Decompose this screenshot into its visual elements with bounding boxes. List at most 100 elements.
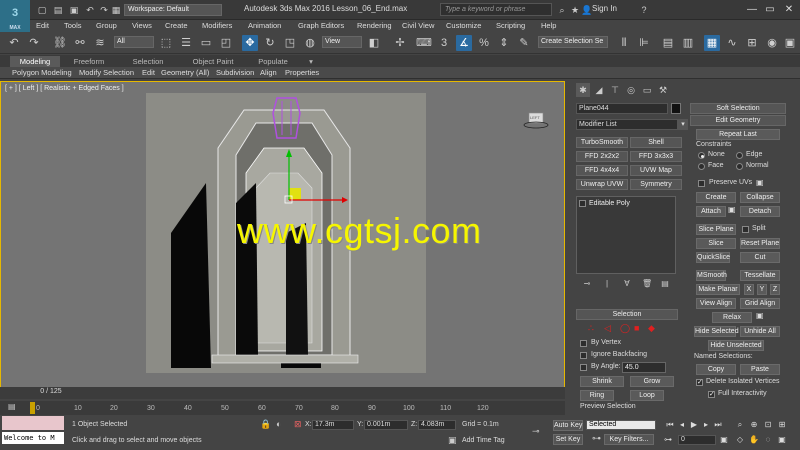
relax-settings-icon[interactable]: ▣ bbox=[756, 311, 764, 320]
view-align-button[interactable]: View Align bbox=[696, 298, 736, 309]
previous-frame-icon[interactable]: ◂ bbox=[676, 419, 688, 431]
modifier-list-dropdown[interactable]: Modifier List bbox=[576, 119, 678, 130]
mirror-icon[interactable]: ⫴ bbox=[616, 35, 632, 51]
split-checkbox[interactable] bbox=[742, 226, 749, 233]
stack-item-toggle[interactable] bbox=[579, 200, 586, 207]
orbit-icon[interactable]: ◌ bbox=[762, 434, 774, 446]
hierarchy-tab-icon[interactable]: ⊤ bbox=[608, 83, 622, 97]
y-coord-field[interactable]: 0.001m bbox=[364, 420, 408, 430]
loop-button[interactable]: Loop bbox=[630, 390, 664, 401]
sign-in-link[interactable]: Sign In bbox=[592, 4, 617, 13]
viewport-label[interactable]: [ + ] [ Left ] [ Realistic + Edged Faces… bbox=[5, 85, 124, 92]
grow-button[interactable]: Grow bbox=[630, 376, 674, 387]
next-frame-icon[interactable]: ▸ bbox=[700, 419, 712, 431]
menu-tools[interactable]: Tools bbox=[64, 20, 82, 32]
subobject-element-icon[interactable]: ◆ bbox=[648, 323, 655, 334]
panel-geometry-all[interactable]: Geometry (All) bbox=[161, 67, 209, 79]
chevron-down-icon[interactable]: ▾ bbox=[678, 119, 688, 130]
constraint-edge-radio[interactable] bbox=[736, 152, 743, 159]
ffd-3x3x3-button[interactable]: FFD 3x3x3 bbox=[630, 151, 682, 162]
unhide-all-button[interactable]: Unhide All bbox=[740, 326, 780, 337]
align-icon[interactable]: ⊫ bbox=[636, 35, 652, 51]
motion-tab-icon[interactable]: ◎ bbox=[624, 83, 638, 97]
zoom-icon[interactable]: ⌕ bbox=[734, 419, 746, 431]
repeat-last-button[interactable]: Repeat Last bbox=[696, 129, 780, 140]
tab-modeling[interactable]: Modeling bbox=[10, 56, 60, 67]
cut-button[interactable]: Cut bbox=[740, 252, 780, 263]
slice-plane-button[interactable]: Slice Plane bbox=[696, 224, 736, 235]
uvw-map-button[interactable]: UVW Map bbox=[630, 165, 682, 176]
app-logo[interactable]: 3 MAX bbox=[0, 0, 30, 32]
zoom-extents-icon[interactable]: ⊡ bbox=[762, 419, 774, 431]
workspace-dropdown[interactable]: Workspace: Default bbox=[124, 4, 222, 16]
time-configuration-icon[interactable]: ▣ bbox=[718, 434, 730, 446]
panel-edit[interactable]: Edit bbox=[142, 67, 155, 79]
tab-freeform[interactable]: Freeform bbox=[64, 56, 114, 67]
key-mode-dropdown[interactable]: Selected bbox=[586, 420, 656, 430]
utilities-tab-icon[interactable]: ⚒ bbox=[656, 83, 670, 97]
panel-subdivision[interactable]: Subdivision bbox=[216, 67, 254, 79]
set-key-button[interactable]: Set Key bbox=[553, 434, 583, 445]
collapse-button[interactable]: Collapse bbox=[740, 192, 780, 203]
undo-button[interactable]: ↶ bbox=[6, 35, 22, 51]
menu-create[interactable]: Create bbox=[165, 20, 188, 32]
delete-isolated-checkbox[interactable] bbox=[696, 378, 703, 386]
constraint-normal-radio[interactable] bbox=[736, 163, 743, 170]
slice-button[interactable]: Slice bbox=[696, 238, 736, 249]
object-color-swatch[interactable] bbox=[671, 103, 681, 114]
time-slider[interactable] bbox=[0, 387, 565, 399]
create-button[interactable]: Create bbox=[696, 192, 736, 203]
make-unique-icon[interactable]: ∀ bbox=[622, 279, 632, 289]
object-name-field[interactable]: Plane044 bbox=[576, 103, 668, 114]
zoom-all-icon[interactable]: ⊕ bbox=[748, 419, 760, 431]
ffd-4x4x4-button[interactable]: FFD 4x4x4 bbox=[576, 165, 628, 176]
by-vertex-checkbox[interactable] bbox=[580, 340, 587, 347]
selection-rollout-header[interactable]: Selection bbox=[576, 309, 678, 320]
detach-button[interactable]: Detach bbox=[740, 206, 780, 217]
select-and-rotate-icon[interactable]: ↻ bbox=[262, 35, 278, 51]
select-and-link-icon[interactable]: ⛓ bbox=[52, 35, 68, 51]
panel-align[interactable]: Align bbox=[260, 67, 277, 79]
open-file-icon[interactable]: ▤ bbox=[52, 4, 64, 16]
angle-value-field[interactable]: 45.0 bbox=[622, 362, 666, 373]
panel-modify-selection[interactable]: Modify Selection bbox=[79, 67, 134, 79]
bind-space-warp-icon[interactable]: ≋ bbox=[92, 35, 108, 51]
time-slider-counter[interactable]: 0 / 125 bbox=[34, 388, 68, 397]
minimize-icon[interactable]: — bbox=[744, 3, 760, 16]
close-icon[interactable]: ✕ bbox=[781, 3, 797, 16]
shrink-button[interactable]: Shrink bbox=[580, 376, 624, 387]
unwrap-uvw-button[interactable]: Unwrap UVW bbox=[576, 179, 628, 190]
planar-x-button[interactable]: X bbox=[744, 284, 754, 295]
stack-item-editable-poly[interactable]: Editable Poly bbox=[589, 200, 630, 207]
edit-geometry-rollout-header[interactable]: Edit Geometry bbox=[690, 115, 786, 126]
absolute-mode-icon[interactable]: ⊠ bbox=[294, 419, 302, 430]
zoom-extents-all-icon[interactable]: ⊞ bbox=[776, 419, 788, 431]
reset-plane-button[interactable]: Reset Plane bbox=[740, 238, 780, 249]
hide-selected-button[interactable]: Hide Selected bbox=[694, 326, 739, 337]
full-interactivity-checkbox[interactable] bbox=[708, 390, 715, 398]
modifier-stack[interactable]: Editable Poly bbox=[576, 196, 676, 274]
search-icon[interactable]: ⌕ bbox=[556, 4, 568, 16]
redo-button[interactable]: ↷ bbox=[26, 35, 42, 51]
set-keys-icon[interactable]: ⊶ bbox=[592, 433, 601, 444]
subobject-polygon-icon[interactable]: ■ bbox=[634, 323, 639, 333]
auto-key-button[interactable]: Auto Key bbox=[553, 420, 583, 431]
symmetry-button[interactable]: Symmetry bbox=[630, 179, 682, 190]
go-to-start-icon[interactable]: ⏮ bbox=[664, 419, 676, 431]
settings-icon[interactable]: ▣ bbox=[756, 178, 764, 187]
constraint-none-radio[interactable] bbox=[698, 152, 705, 159]
x-coord-field[interactable]: 17.3m bbox=[312, 420, 354, 430]
field-of-view-icon[interactable]: ◇ bbox=[734, 434, 746, 446]
z-coord-field[interactable]: 4.083m bbox=[418, 420, 456, 430]
menu-animation[interactable]: Animation bbox=[248, 20, 281, 32]
mini-curve-editor-icon[interactable]: ▤ bbox=[8, 402, 16, 411]
edit-named-selection-icon[interactable]: ✎ bbox=[516, 35, 532, 51]
help-icon[interactable]: ? bbox=[638, 4, 650, 16]
menu-help[interactable]: Help bbox=[541, 20, 556, 32]
menu-views[interactable]: Views bbox=[132, 20, 152, 32]
menu-rendering[interactable]: Rendering bbox=[357, 20, 392, 32]
quickslice-button[interactable]: QuickSlice bbox=[696, 252, 730, 263]
undo-icon[interactable]: ↶ bbox=[84, 4, 96, 16]
key-filters-button[interactable]: Key Filters... bbox=[604, 434, 654, 445]
maximize-viewport-icon[interactable]: ▣ bbox=[776, 434, 788, 446]
